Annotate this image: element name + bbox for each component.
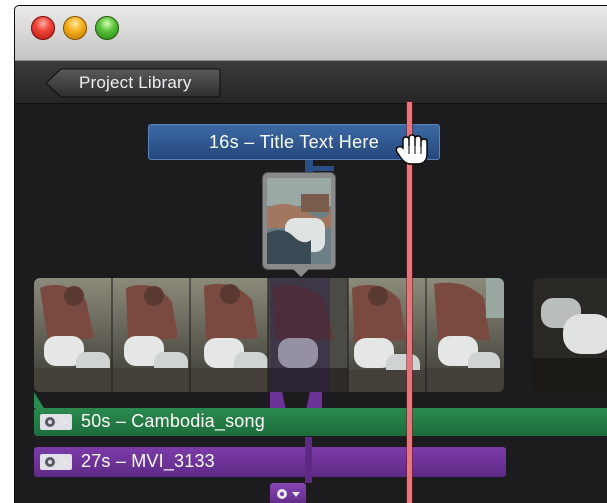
app-window: Project Library 16s – Title Text Here 50… — [14, 5, 607, 503]
toolbar: Project Library — [15, 61, 607, 104]
title-clip-label: 16s – Title Text Here — [208, 132, 380, 152]
thumbnail-image — [267, 178, 331, 264]
selected-clip-overlay — [270, 278, 330, 392]
project-library-button[interactable]: Project Library — [45, 68, 221, 98]
frame-2 — [112, 278, 190, 392]
music-clip-label: 50s – Cambodia_song — [81, 411, 265, 431]
next-clip-frame — [533, 278, 607, 392]
title-bar — [15, 6, 607, 61]
title-thumbnail[interactable] — [263, 173, 335, 269]
video-clip-label: 27s – MVI_3133 — [81, 451, 215, 471]
title-connector-tick — [312, 166, 334, 171]
gear-icon[interactable] — [40, 414, 72, 430]
frame-3 — [190, 278, 268, 392]
gear-icon[interactable] — [40, 454, 72, 470]
minimize-window-button[interactable] — [63, 16, 87, 40]
filmstrip-frames — [34, 278, 504, 392]
frame-1 — [34, 278, 112, 392]
gear-icon — [277, 489, 300, 499]
frame-5 — [348, 278, 426, 392]
music-clip-marker — [34, 392, 44, 408]
frame-6 — [426, 278, 504, 392]
title-settings-button[interactable] — [270, 483, 306, 503]
video-clip[interactable]: 27s – MVI_3133 — [34, 447, 506, 477]
music-clip[interactable]: 50s – Cambodia_song — [34, 408, 607, 436]
thumbnail-pointer — [292, 268, 310, 277]
hand-cursor-icon — [395, 134, 428, 165]
zoom-window-button[interactable] — [95, 16, 119, 40]
close-window-button[interactable] — [31, 16, 55, 40]
video-filmstrip[interactable] — [34, 278, 504, 392]
project-library-label: Project Library — [79, 73, 192, 92]
next-clip-filmstrip[interactable] — [533, 278, 607, 392]
title-attachment-stem — [305, 437, 312, 483]
